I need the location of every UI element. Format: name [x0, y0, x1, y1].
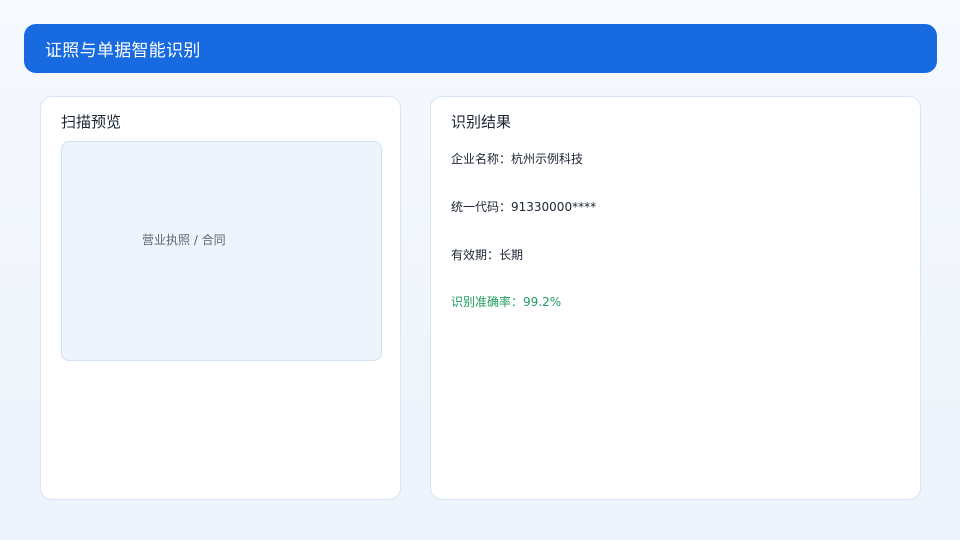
company-name-field: 企业名称：杭州示例科技 [451, 152, 584, 166]
recognition-result-title: 识别结果 [451, 113, 512, 131]
app-title: 证照与单据智能识别 [45, 41, 201, 61]
document-preview-area[interactable]: 营业执照 / 合同 [61, 141, 382, 361]
unified-code-field: 统一代码：91330000**** [451, 200, 597, 214]
scan-preview-panel: 扫描预览 营业执照 / 合同 [40, 96, 401, 500]
recognition-accuracy-field: 识别准确率：99.2% [451, 295, 562, 309]
app-header: 证照与单据智能识别 [24, 24, 937, 73]
validity-period-field: 有效期：长期 [451, 248, 524, 262]
scan-preview-title: 扫描预览 [61, 113, 122, 131]
recognition-result-panel: 识别结果 企业名称：杭州示例科技 统一代码：91330000**** 有效期：长… [430, 96, 921, 500]
document-type-label: 营业执照 / 合同 [142, 233, 226, 247]
